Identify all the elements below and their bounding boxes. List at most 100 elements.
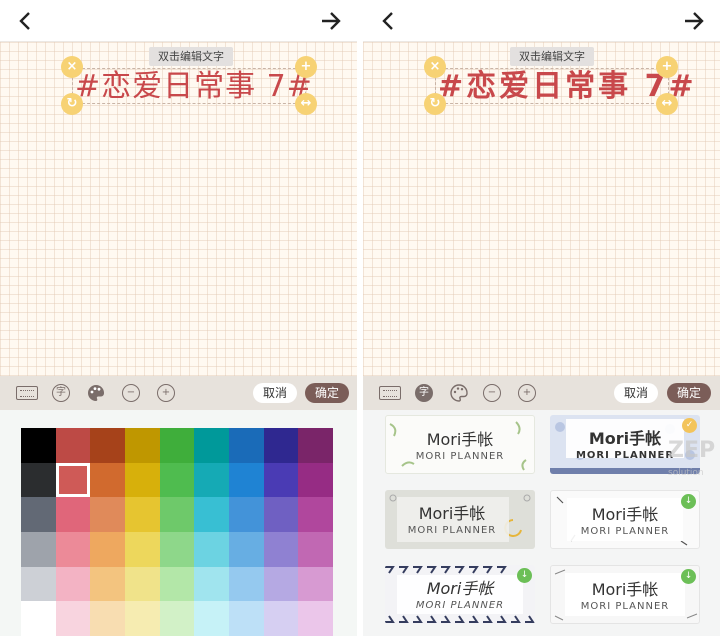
color-swatch[interactable] (90, 428, 125, 463)
rotate-icon[interactable]: ↻ (61, 93, 83, 115)
template-title: Mori手帐 (426, 579, 494, 598)
plus-icon[interactable]: + (295, 56, 317, 78)
close-icon[interactable]: × (424, 56, 446, 78)
resize-icon[interactable]: ↔ (295, 93, 317, 115)
color-swatch[interactable] (90, 497, 125, 532)
color-swatch[interactable] (263, 462, 299, 498)
color-swatch[interactable] (194, 497, 229, 532)
color-swatch[interactable] (159, 462, 195, 498)
color-swatch[interactable] (21, 601, 56, 636)
cancel-button[interactable]: 取消 (614, 383, 658, 403)
keyboard-icon[interactable] (379, 386, 401, 400)
font-button[interactable]: 字 (52, 384, 70, 402)
arrow-right-icon[interactable] (319, 9, 343, 33)
color-swatch[interactable] (124, 462, 160, 498)
download-icon[interactable]: ↓ (517, 568, 532, 583)
color-swatch[interactable] (124, 566, 160, 602)
font-button[interactable]: 字 (415, 384, 433, 402)
edit-hint-label: 双击编辑文字 (149, 47, 233, 66)
color-swatch[interactable] (21, 497, 56, 532)
color-swatch[interactable] (124, 497, 160, 532)
color-swatch[interactable] (55, 462, 91, 498)
color-swatch[interactable] (298, 428, 333, 463)
color-swatch[interactable] (298, 497, 333, 532)
color-swatch[interactable] (159, 428, 195, 463)
edit-toolbar: 字 − + 取消 确定 (363, 376, 720, 410)
confirm-button[interactable]: 确定 (667, 383, 711, 403)
color-swatch[interactable] (55, 601, 91, 636)
color-swatch[interactable] (228, 566, 264, 602)
edit-toolbar: 字 − + 取消 确定 (0, 376, 357, 410)
color-swatch[interactable] (194, 531, 229, 567)
palette-icon[interactable] (87, 384, 105, 402)
color-swatch[interactable] (194, 428, 229, 463)
color-swatch[interactable] (90, 601, 125, 636)
color-swatch[interactable] (21, 531, 56, 567)
arrow-right-icon[interactable] (682, 9, 706, 33)
text-sticker[interactable]: #恋爱日常事 7# (72, 68, 312, 104)
color-swatch[interactable] (228, 601, 264, 636)
grow-button[interactable]: + (157, 384, 175, 402)
color-swatch[interactable] (124, 531, 160, 567)
color-palette (21, 428, 333, 636)
resize-icon[interactable]: ↔ (656, 93, 678, 115)
color-swatch[interactable] (263, 566, 299, 602)
template-card[interactable]: Mori手帐 MORI PLANNER ↓ (385, 565, 535, 624)
keyboard-icon[interactable] (16, 386, 38, 400)
rotate-icon[interactable]: ↻ (424, 93, 446, 115)
template-title: Mori手帐 (426, 430, 494, 449)
color-swatch[interactable] (298, 462, 333, 498)
color-swatch[interactable] (90, 566, 125, 602)
template-card[interactable]: Mori手帐 MORI PLANNER (385, 490, 535, 549)
color-swatch[interactable] (194, 566, 229, 602)
confirm-button[interactable]: 确定 (305, 383, 349, 403)
color-swatch[interactable] (159, 497, 195, 532)
grow-button[interactable]: + (518, 384, 536, 402)
color-swatch[interactable] (55, 531, 91, 567)
color-swatch[interactable] (194, 462, 229, 498)
color-swatch[interactable] (90, 531, 125, 567)
grid-canvas[interactable]: 双击编辑文字 #恋爱日常事 7# × ↻ + ↔ (363, 42, 720, 376)
color-swatch[interactable] (124, 601, 160, 636)
template-card[interactable]: Mori手帐 MORI PLANNER (385, 415, 535, 474)
color-swatch[interactable] (228, 428, 264, 463)
shrink-button[interactable]: − (122, 384, 140, 402)
color-swatch[interactable] (228, 462, 264, 498)
color-swatch[interactable] (263, 531, 299, 567)
palette-icon[interactable] (450, 384, 468, 402)
color-swatch[interactable] (159, 531, 195, 567)
download-icon[interactable]: ↓ (681, 494, 696, 509)
color-swatch[interactable] (298, 566, 333, 602)
left-phone-screen: 双击编辑文字 #恋爱日常事 7# × ↻ + ↔ 字 − + 取消 确定 (0, 0, 357, 636)
text-sticker[interactable]: #恋爱日常事 7# (435, 68, 694, 104)
template-card[interactable]: Mori手帐 MORI PLANNER ↓ (550, 565, 700, 624)
chevron-left-icon[interactable] (377, 9, 399, 33)
color-swatch[interactable] (55, 566, 91, 602)
color-swatch[interactable] (298, 601, 333, 636)
chevron-left-icon[interactable] (14, 9, 36, 33)
template-title: Mori手帐 (418, 504, 486, 523)
color-swatch[interactable] (21, 428, 56, 463)
grid-canvas[interactable]: 双击编辑文字 #恋爱日常事 7# × ↻ + ↔ (0, 42, 357, 376)
close-icon[interactable]: × (61, 56, 83, 78)
color-swatch[interactable] (228, 531, 264, 567)
color-swatch[interactable] (21, 462, 56, 498)
shrink-button[interactable]: − (483, 384, 501, 402)
color-swatch[interactable] (55, 428, 91, 463)
color-swatch[interactable] (263, 428, 299, 463)
color-swatch[interactable] (21, 566, 56, 602)
color-swatch[interactable] (228, 497, 264, 532)
download-icon[interactable]: ↓ (681, 569, 696, 584)
color-swatch[interactable] (159, 566, 195, 602)
plus-icon[interactable]: + (656, 56, 678, 78)
color-swatch[interactable] (90, 462, 125, 498)
color-swatch[interactable] (263, 601, 299, 636)
color-swatch[interactable] (159, 601, 195, 636)
color-swatch[interactable] (263, 497, 299, 532)
color-swatch[interactable] (124, 428, 160, 463)
color-swatch[interactable] (55, 497, 91, 532)
cancel-button[interactable]: 取消 (253, 383, 297, 403)
color-swatch[interactable] (298, 531, 333, 567)
template-subtitle: MORI PLANNER (580, 601, 670, 612)
color-swatch[interactable] (194, 601, 229, 636)
